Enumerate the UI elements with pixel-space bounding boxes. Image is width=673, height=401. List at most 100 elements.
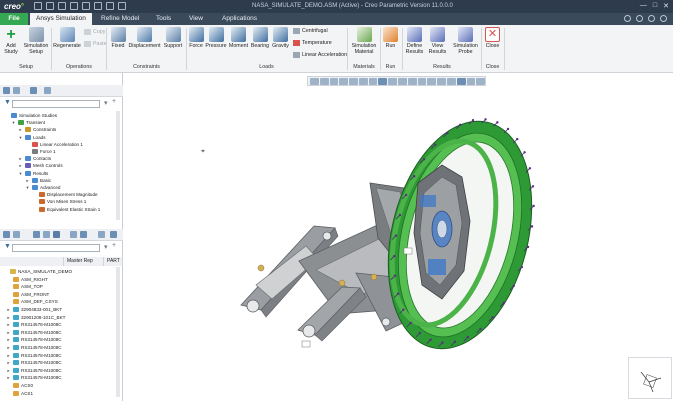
close-button[interactable]: ✕ Close xyxy=(484,27,501,49)
model-tree-item[interactable]: ▸ RS314578-M1008C xyxy=(6,344,62,351)
model-tree-settings-icon[interactable] xyxy=(3,231,10,238)
model-tree-item[interactable]: ▸ RS314578-M1008C xyxy=(6,321,62,328)
model-filter-icon[interactable]: ▼ xyxy=(4,243,11,250)
expand-toggle-icon[interactable]: ▾ xyxy=(18,170,23,177)
group-constraints-label[interactable]: Constraints xyxy=(109,64,184,70)
sim-tree-item[interactable]: Von Mises Stress 1 xyxy=(32,198,86,205)
model-tree-item[interactable]: ASM_RIGHT xyxy=(6,276,48,283)
filter-icon[interactable]: ▼ xyxy=(4,99,11,106)
model-tree-item[interactable]: ▸ RS314578-M1008C xyxy=(6,329,62,336)
model-add-filter-icon[interactable]: + xyxy=(112,242,116,249)
expand-toggle-icon[interactable]: ▸ xyxy=(6,314,11,321)
linear-acceleration-button[interactable]: Linear Acceleration xyxy=(293,52,347,58)
sim-tree-item[interactable]: ▸ Contacts xyxy=(18,155,51,162)
search-icon[interactable] xyxy=(624,15,631,22)
regenerate-quick-icon[interactable] xyxy=(94,2,102,10)
sim-tree-item[interactable]: Displacement Magnitude xyxy=(32,191,98,198)
simulation-model[interactable] xyxy=(124,73,673,401)
model-tree-filter-icon[interactable] xyxy=(43,231,50,238)
load-tag[interactable] xyxy=(301,340,311,348)
expand-toggle-icon[interactable]: ▸ xyxy=(6,352,11,359)
tree-filter-icon[interactable] xyxy=(13,87,20,94)
model-tree-item[interactable]: ▸ RS314578-M1008C xyxy=(6,352,62,359)
sim-tree-item[interactable]: Force 1 xyxy=(25,148,56,155)
simulation-tree-search-input[interactable] xyxy=(12,100,100,108)
load-tag[interactable] xyxy=(403,247,413,255)
model-tree-item[interactable]: ▸ RS314578-M1008C xyxy=(6,336,62,343)
pressure-button[interactable]: Pressure xyxy=(205,27,227,49)
tab-file[interactable]: File xyxy=(0,13,28,25)
expand-toggle-icon[interactable]: ▸ xyxy=(18,155,23,162)
display-icon[interactable] xyxy=(636,15,643,22)
sim-tree-item[interactable]: ▸ Mesh Controls xyxy=(18,162,63,169)
model-tree-item[interactable]: ACS1 xyxy=(6,390,33,397)
graphics-window[interactable]: ⌖ xyxy=(124,73,673,401)
fixed-button[interactable]: Fixed xyxy=(109,27,127,49)
model-tree-item[interactable]: NASA_SIMULATE_DEMO xyxy=(3,268,72,275)
model-tree-collapse-icon[interactable] xyxy=(80,231,87,238)
add-filter-icon[interactable]: + xyxy=(112,98,116,105)
tab-ansys-simulation[interactable]: Ansys Simulation xyxy=(30,13,92,25)
model-tree-layers-icon[interactable] xyxy=(98,231,105,238)
displacement-button[interactable]: Displacement xyxy=(128,27,161,49)
paste-button[interactable]: Paste xyxy=(84,41,107,47)
sim-tree-item[interactable]: ▾ Transient xyxy=(11,119,45,126)
tab-refine-model[interactable]: Refine Model xyxy=(95,13,145,25)
view-results-button[interactable]: View Results xyxy=(427,27,448,55)
model-tree-search-input[interactable] xyxy=(12,244,100,252)
group-results-label[interactable]: Results xyxy=(404,64,480,70)
model-tree-columns-icon[interactable] xyxy=(33,231,40,238)
model-search-options-icon[interactable]: ▾ xyxy=(104,243,108,251)
model-tree-item[interactable]: ▸ RS314578-M1008C xyxy=(6,359,62,366)
expand-toggle-icon[interactable]: ▸ xyxy=(6,306,11,313)
tree-columns-icon[interactable] xyxy=(30,87,37,94)
sim-tree-item[interactable]: ▾ Loads xyxy=(18,134,46,141)
model-tree-part-column[interactable]: PART xyxy=(104,257,123,266)
group-setup-label[interactable]: Setup xyxy=(2,64,50,70)
expand-toggle-icon[interactable]: ▸ xyxy=(25,177,30,184)
model-tree-show-icon[interactable] xyxy=(13,231,20,238)
model-tree-item[interactable]: ACS0 xyxy=(6,382,33,389)
new-file-icon[interactable] xyxy=(34,2,42,10)
group-run-label[interactable]: Run xyxy=(380,64,401,70)
simulation-probe-button[interactable]: Simulation Probe xyxy=(451,27,480,55)
model-tree-item[interactable]: ASM_TOP xyxy=(6,283,43,290)
model-tree-item[interactable]: ▸ RS314578-M1008C xyxy=(6,374,62,381)
model-tree-scrollbar[interactable] xyxy=(116,267,120,397)
sim-tree-item[interactable]: ▾ Results xyxy=(18,170,48,177)
sim-tree-item[interactable]: Simulation Studies xyxy=(4,112,57,119)
model-tree-more-icon[interactable] xyxy=(110,231,117,238)
help-icon[interactable] xyxy=(660,15,667,22)
expand-toggle-icon[interactable]: ▾ xyxy=(25,184,30,191)
search-options-icon[interactable]: ▾ xyxy=(104,99,108,107)
centrifugal-button[interactable]: Centrifugal xyxy=(293,28,328,34)
model-tree-master-rep-column[interactable]: Master Rep xyxy=(64,257,104,266)
model-tree-item[interactable]: ▸ RS314578-M1008C xyxy=(6,367,62,374)
tab-tools[interactable]: Tools xyxy=(150,13,177,25)
sim-tree-item[interactable]: ▸ Constraints xyxy=(18,126,56,133)
regenerate-button[interactable]: Regenerate xyxy=(53,27,81,49)
model-tree-name-column[interactable] xyxy=(0,257,64,266)
sim-tree-item[interactable]: ▾ Advanced xyxy=(25,184,60,191)
tab-view[interactable]: View xyxy=(183,13,209,25)
undo-icon[interactable] xyxy=(70,2,78,10)
sim-tree-item[interactable]: Equivalent Elastic Strain 1 xyxy=(32,206,100,213)
model-tree-item[interactable]: ▸ 32901208-101C_BKT xyxy=(6,314,65,321)
windows-icon[interactable] xyxy=(106,2,114,10)
expand-toggle-icon[interactable]: ▾ xyxy=(18,134,23,141)
bearing-button[interactable]: Bearing xyxy=(250,27,270,49)
expand-toggle-icon[interactable]: ▸ xyxy=(6,344,11,351)
expand-toggle-icon[interactable]: ▸ xyxy=(18,162,23,169)
define-results-button[interactable]: Define Results xyxy=(404,27,425,55)
force-button[interactable]: Force xyxy=(188,27,204,49)
expand-toggle-icon[interactable]: ▸ xyxy=(6,374,11,381)
close-window-icon[interactable] xyxy=(118,2,126,10)
model-tree-item[interactable]: ASM_DEF_CSYS xyxy=(6,298,58,305)
expand-toggle-icon[interactable]: ▾ xyxy=(11,119,16,126)
tab-applications[interactable]: Applications xyxy=(216,13,263,25)
copy-button[interactable]: Copy xyxy=(84,29,105,35)
close-icon[interactable]: ✕ xyxy=(663,2,669,10)
model-tree-item[interactable]: ASM_FRONT xyxy=(6,291,49,298)
sim-tree-item[interactable]: ▸ Basic xyxy=(25,177,51,184)
model-tree-list-icon[interactable] xyxy=(53,231,60,238)
